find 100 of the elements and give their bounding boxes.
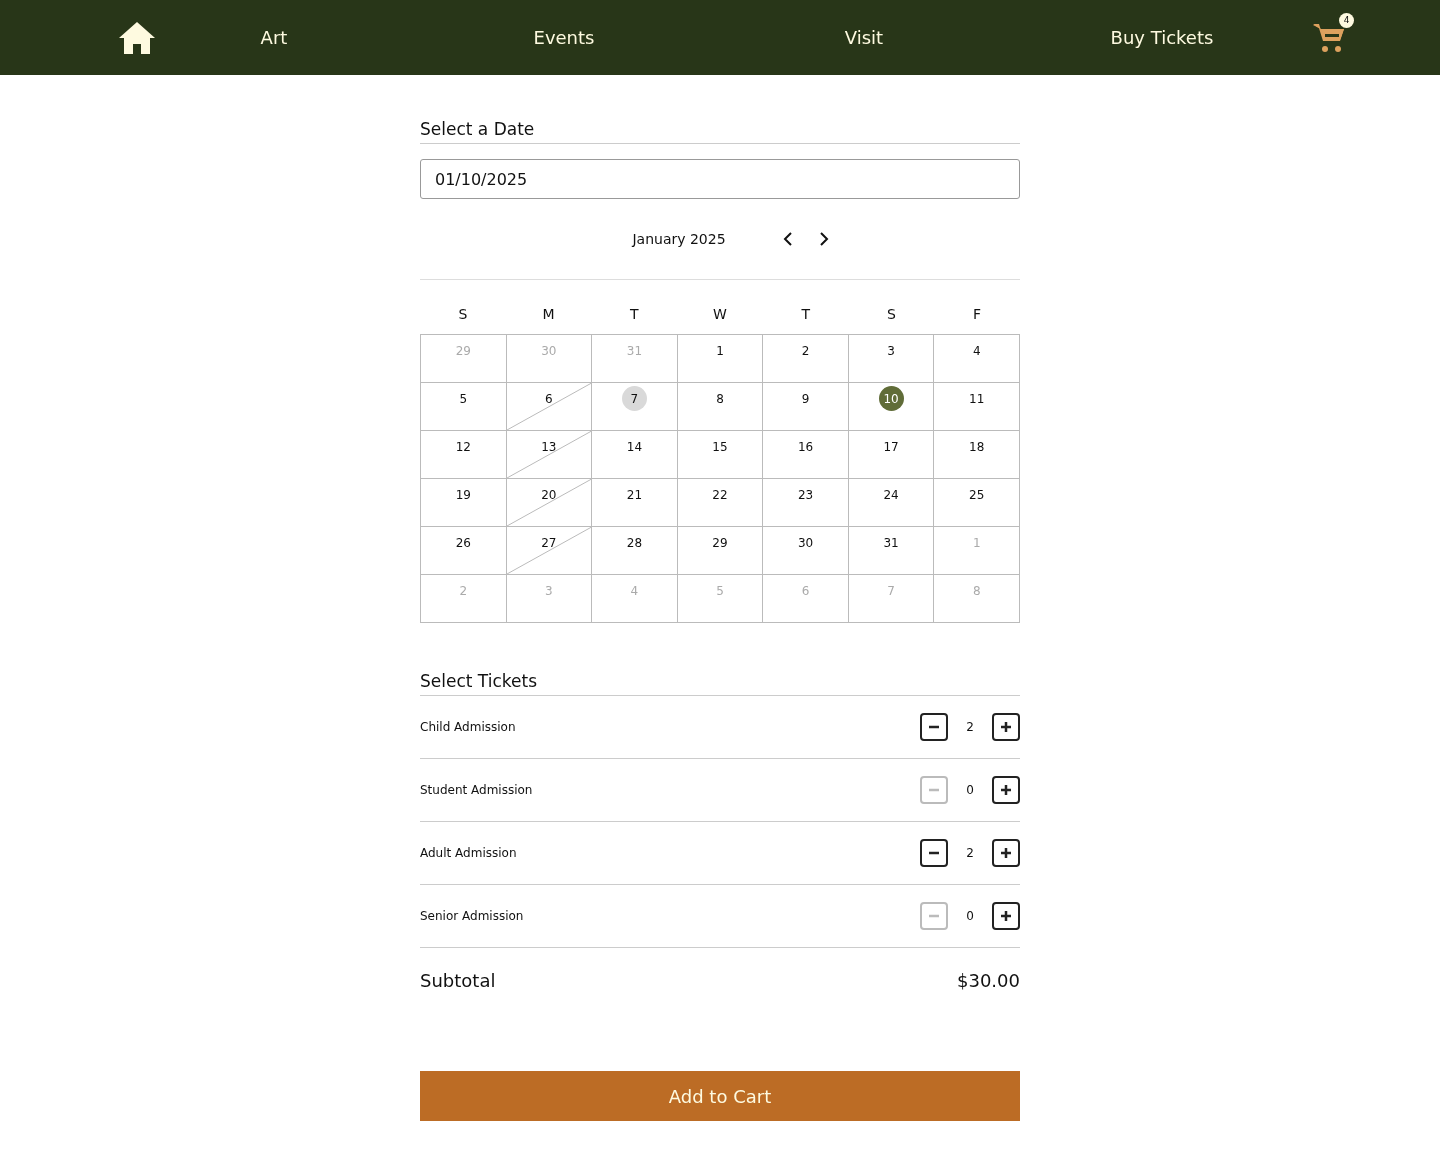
day-number: 31 [625, 342, 644, 360]
day-number: 13 [540, 438, 558, 456]
calendar-day[interactable]: 9 [763, 383, 849, 431]
ticket-name: Adult Admission [420, 846, 517, 860]
calendar-day[interactable]: 12 [421, 431, 507, 479]
calendar-day[interactable]: 30 [763, 527, 849, 575]
calendar-day[interactable]: 5 [421, 383, 507, 431]
add-to-cart-button[interactable]: Add to Cart [420, 1071, 1020, 1121]
nav-link[interactable]: Buy Tickets [1110, 27, 1214, 48]
plus-icon [999, 909, 1013, 923]
day-number: 25 [968, 486, 986, 504]
day-number: 8 [715, 390, 725, 408]
day-number: 16 [796, 438, 815, 456]
day-number: 27 [540, 534, 558, 552]
plus-icon [999, 846, 1013, 860]
date-input-field[interactable]: 01/10/2025 [420, 159, 1020, 199]
day-number: 8 [971, 582, 982, 600]
calendar-day[interactable]: 4 [934, 335, 1020, 383]
month-label: January 2025 [632, 231, 726, 247]
day-number: 2 [800, 342, 811, 360]
increase-button[interactable] [992, 776, 1020, 804]
weekday-label: M [541, 306, 556, 324]
section-title: Select a Date [420, 119, 1020, 144]
day-number: 4 [971, 342, 982, 360]
day-number: 30 [540, 342, 558, 360]
day-number: 6 [800, 582, 811, 600]
calendar-day[interactable]: 31 [848, 527, 935, 575]
calendar-day[interactable]: 15 [677, 431, 764, 479]
increase-button[interactable] [992, 839, 1020, 867]
calendar-day[interactable]: 3 [848, 335, 935, 383]
calendar-day[interactable]: 21 [592, 479, 678, 527]
calendar-day[interactable]: 1 [677, 335, 764, 383]
decrease-button[interactable] [920, 713, 948, 741]
ticket-count: 0 [965, 909, 975, 923]
day-number: 29 [711, 534, 729, 552]
calendar-day[interactable]: 24 [848, 479, 935, 527]
calendar-day[interactable]: 8 [677, 383, 764, 431]
calendar-day[interactable]: 29 [677, 527, 764, 575]
nav-link[interactable]: Events [533, 27, 595, 48]
cart-button[interactable] [1312, 21, 1346, 54]
ticket-name: Senior Admission [420, 909, 524, 923]
calendar-day[interactable]: 11 [934, 383, 1020, 431]
calendar-day[interactable]: 6 [506, 383, 593, 431]
day-number: 11 [968, 390, 986, 408]
day-number: 12 [454, 438, 472, 456]
day-number: 7 [621, 386, 647, 411]
day-number: 19 [454, 486, 472, 504]
calendar-day[interactable]: 16 [763, 431, 849, 479]
day-number: 3 [544, 582, 554, 600]
calendar-day[interactable]: 26 [421, 527, 507, 575]
calendar-day[interactable]: 19 [421, 479, 507, 527]
increase-button[interactable] [992, 713, 1020, 741]
nav-link[interactable]: Art [260, 27, 288, 48]
plus-icon [999, 720, 1013, 734]
day-number: 28 [625, 534, 644, 552]
calendar-day[interactable]: 27 [506, 527, 593, 575]
day-number: 17 [882, 438, 900, 456]
calendar-day[interactable]: 23 [763, 479, 849, 527]
decrease-button[interactable] [920, 839, 948, 867]
calendar-day[interactable]: 28 [592, 527, 678, 575]
day-number: 29 [454, 342, 472, 360]
day-number: 1 [971, 534, 982, 552]
calendar-day[interactable]: 22 [677, 479, 764, 527]
plus-icon [999, 783, 1013, 797]
calendar-day[interactable]: 10 [848, 383, 935, 431]
weekday-label: S [457, 306, 469, 324]
day-number: 6 [544, 390, 554, 408]
nav-link[interactable]: Visit [844, 27, 884, 48]
increase-button[interactable] [992, 902, 1020, 930]
day-number: 22 [711, 486, 729, 504]
weekday-label: W [712, 306, 728, 324]
day-number: 10 [878, 386, 904, 411]
home-icon[interactable] [118, 20, 156, 55]
day-number: 5 [458, 390, 469, 408]
day-number: 21 [625, 486, 644, 504]
weekday-label: T [800, 306, 811, 324]
calendar-day[interactable]: 18 [934, 431, 1020, 479]
day-number: 3 [886, 342, 896, 360]
weekday-label: F [972, 306, 983, 324]
section-title: Select Tickets [420, 671, 1020, 696]
calendar-day[interactable]: 20 [506, 479, 593, 527]
calendar-day[interactable]: 13 [506, 431, 593, 479]
weekday-label: S [885, 306, 897, 324]
day-number: 30 [796, 534, 815, 552]
calendar-day[interactable]: 2 [763, 335, 849, 383]
calendar-day[interactable]: 7 [592, 383, 678, 431]
weekday-label: T [629, 306, 640, 324]
day-number: 18 [968, 438, 986, 456]
subtotal-amount: $30.00 [957, 970, 1020, 991]
day-number: 23 [796, 486, 815, 504]
day-number: 31 [882, 534, 900, 552]
cart-count-badge: 4 [1339, 12, 1354, 28]
calendar-day[interactable]: 17 [848, 431, 935, 479]
day-number: 20 [540, 486, 558, 504]
calendar-day[interactable]: 25 [934, 479, 1020, 527]
day-number: 5 [715, 582, 725, 600]
day-number: 9 [800, 390, 811, 408]
day-number: 14 [625, 438, 644, 456]
subtotal-label: Subtotal [420, 970, 496, 991]
calendar-day[interactable]: 14 [592, 431, 678, 479]
